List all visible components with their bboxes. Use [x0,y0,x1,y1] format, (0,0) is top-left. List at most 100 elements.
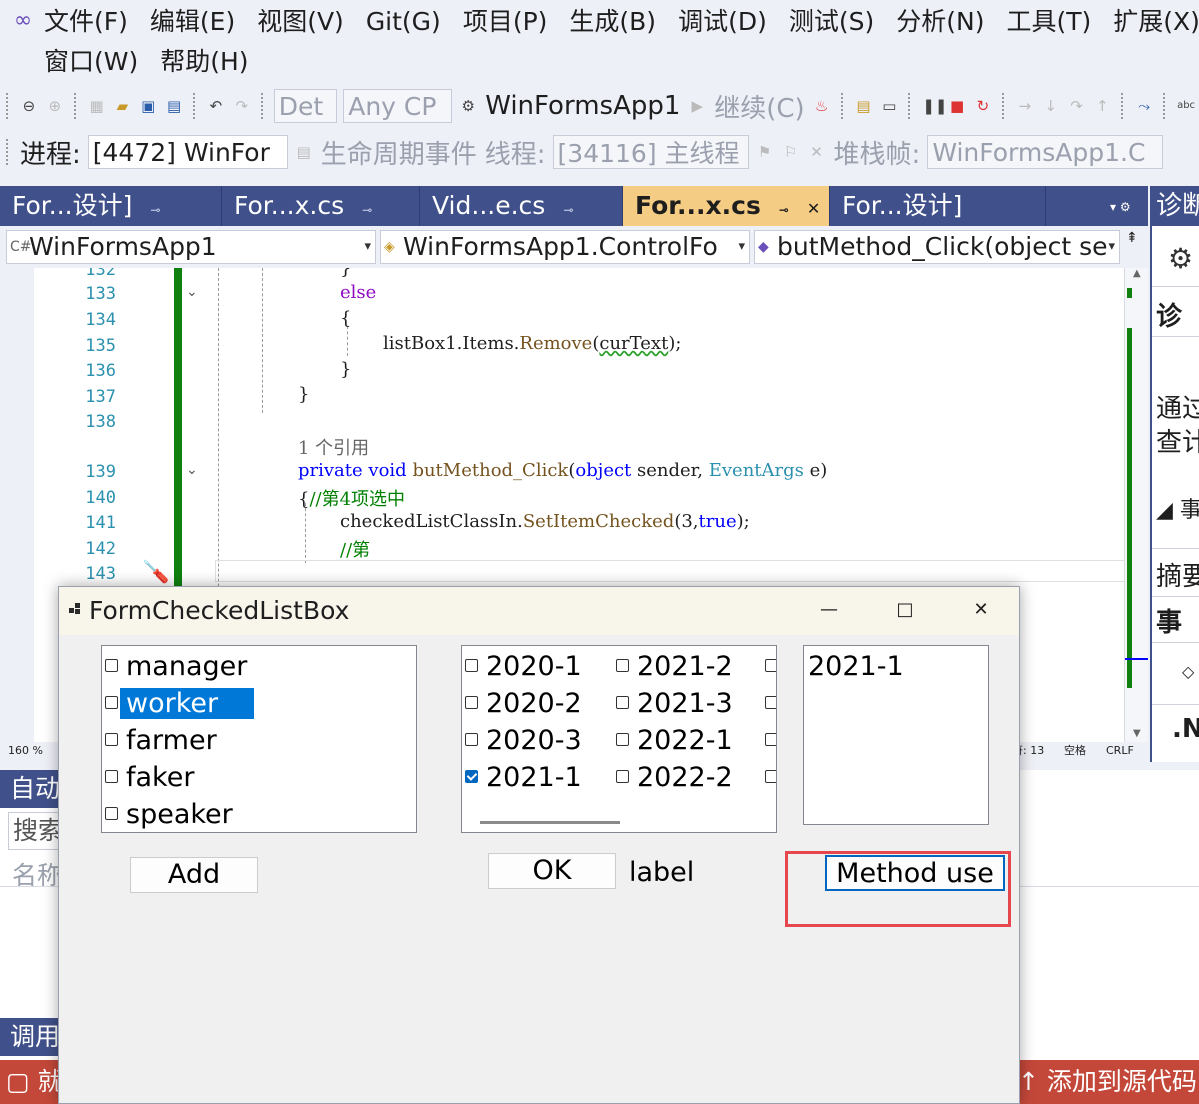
save-all-icon[interactable]: ▤ [165,97,183,115]
scroll-up-icon[interactable]: ▲ [1133,268,1141,279]
configuration-combo[interactable]: Det [273,89,338,123]
checkbox[interactable] [105,733,118,746]
events-expander[interactable]: ◢ 事 [1156,492,1199,524]
list-item[interactable]: 2021-2 [616,648,733,685]
list-item[interactable]: 2021-3 [616,685,733,722]
checkbox[interactable] [616,733,629,746]
zoom-level[interactable]: 160 % [8,742,43,760]
pin-icon[interactable]: ⊸ [150,203,160,217]
whitespace-indicator[interactable]: 空格 [1064,742,1086,760]
menu-extensions[interactable]: 扩展(X) [1113,2,1199,42]
list-item[interactable]: farmer [105,722,217,759]
back-icon[interactable]: ⊖ [20,97,38,115]
list-item[interactable]: 2020-3 [465,722,582,759]
list-item-checked[interactable]: 2021-1 [465,759,582,796]
list-item[interactable]: 2022-2 [616,759,733,796]
tab-form-cs-active[interactable]: For...x.cs ⊸ ✕ [623,186,830,226]
menu-debug[interactable]: 调试(D) [678,2,767,42]
lifecycle-events-button[interactable]: 生命周期事件 [321,134,477,171]
checkbox[interactable] [105,807,118,820]
class-dropdown[interactable]: ◈ WinFormsApp1.ControlFo ▾ [380,230,750,264]
toolbar-grip[interactable] [6,93,10,119]
line-ending-indicator[interactable]: CRLF [1106,742,1134,760]
menu-edit[interactable]: 编辑(E) [150,2,235,42]
checkbox[interactable] [105,770,118,783]
hot-reload-icon[interactable]: ♨ [813,97,831,115]
menu-analyze[interactable]: 分析(N) [896,2,984,42]
menu-tools[interactable]: 工具(T) [1006,2,1091,42]
window-icon[interactable]: ▭ [880,97,898,115]
new-project-icon[interactable]: ▦ [88,97,106,115]
list-item[interactable]: faker [105,759,194,796]
menu-window[interactable]: 窗口(W) [44,42,138,82]
checkbox[interactable] [105,659,118,672]
minimize-icon[interactable]: — [809,595,849,625]
menu-view[interactable]: 视图(V) [257,2,344,42]
play-icon[interactable]: ▶ [688,97,706,115]
list-item-clipped[interactable] [765,759,776,796]
breakpoint-tool-icon[interactable]: ⤳ [1135,97,1153,115]
menu-help[interactable]: 帮助(H) [160,42,248,82]
menu-file[interactable]: 文件(F) [44,2,128,42]
checkbox-checked[interactable] [465,770,478,783]
list-item-clipped[interactable] [765,685,776,722]
result-listbox[interactable]: 2021-1 [803,645,989,825]
pause-icon[interactable]: ❚❚ [922,97,947,115]
checkbox[interactable] [616,770,629,783]
horizontal-scrollbar-thumb[interactable] [480,821,620,824]
checkbox[interactable] [765,659,776,672]
ok-button[interactable]: OK [488,853,616,889]
glyph-margin[interactable] [0,268,34,742]
close-icon[interactable]: ✕ [961,595,1001,625]
checkbox[interactable] [465,659,478,672]
panel-title[interactable]: 诊断 [1152,186,1199,226]
class-checked-listbox[interactable]: 2020-1 2020-2 2020-3 2021-1 2021-2 2021-… [461,645,777,833]
forward-icon[interactable]: ⊕ [46,97,64,115]
stackframe-combo[interactable]: WinFormsApp1.C [927,135,1164,169]
checkbox[interactable] [765,770,776,783]
platform-combo[interactable]: Any CP [343,89,453,123]
save-icon[interactable]: ▣ [139,97,157,115]
project-dropdown[interactable]: C# WinFormsApp1 ▾ [6,230,376,264]
restart-icon[interactable]: ↻ [974,97,992,115]
list-item-clipped[interactable] [765,722,776,759]
startup-project[interactable]: WinFormsApp1 [485,91,680,121]
collapse-chevron-icon[interactable]: ⌄ [186,284,198,300]
tab-form-designer-2[interactable]: For...设计] [830,186,1046,226]
editor-vertical-scrollbar[interactable]: ▲ ▼ [1124,268,1148,742]
show-next-statement-icon[interactable]: → [1016,97,1034,115]
checkbox[interactable] [465,696,478,709]
undo-icon[interactable]: ↶ [207,97,225,115]
collapse-chevron-icon[interactable]: ⌄ [186,462,198,478]
flag-threads-icon[interactable]: ⚐ [782,143,800,161]
list-item[interactable]: 2020-2 [465,685,582,722]
filter-icon[interactable]: ✕ [808,143,826,161]
tab-form-designer-1[interactable]: For...设计] ⊸ [0,186,222,226]
checkbox[interactable] [465,733,478,746]
summary-tab[interactable]: 摘要 [1156,556,1199,593]
member-dropdown[interactable]: ◆ butMethod_Click(object se ▾ [754,230,1120,264]
spell-check-icon[interactable]: abc [1177,97,1195,115]
toolbar-grip[interactable] [6,139,10,165]
open-icon[interactable]: ▰ [114,97,132,115]
role-checked-listbox[interactable]: manager worker farmer faker speaker [101,645,417,833]
menu-git[interactable]: Git(G) [366,2,441,42]
browse-icon[interactable]: ▤ [855,97,873,115]
pin-icon[interactable]: ⊸ [779,203,789,217]
list-item-clipped[interactable] [765,648,776,685]
split-editor-icon[interactable]: ⇞ [1126,230,1138,246]
step-over-icon[interactable]: ↷ [1068,97,1086,115]
step-into-icon[interactable]: ↓ [1042,97,1060,115]
quick-actions-screwdriver-icon[interactable]: 🪛 [142,560,169,585]
form-titlebar[interactable]: FormCheckedListBox — □ ✕ [59,587,1019,635]
tab-video-cs[interactable]: Vid...e.cs ⊸ [420,186,623,226]
menu-test[interactable]: 测试(S) [789,2,874,42]
process-combo[interactable]: [4472] WinFor [87,135,288,169]
visual-studio-logo-icon[interactable]: ∞ [10,8,36,34]
checkbox[interactable] [616,659,629,672]
menu-build[interactable]: 生成(B) [569,2,656,42]
list-item[interactable]: 2020-1 [465,648,582,685]
pin-icon[interactable]: ⊸ [563,203,573,217]
flag-icon[interactable]: ⚑ [756,143,774,161]
tab-overflow-icon[interactable]: ▾ ⚙ [1110,200,1131,214]
